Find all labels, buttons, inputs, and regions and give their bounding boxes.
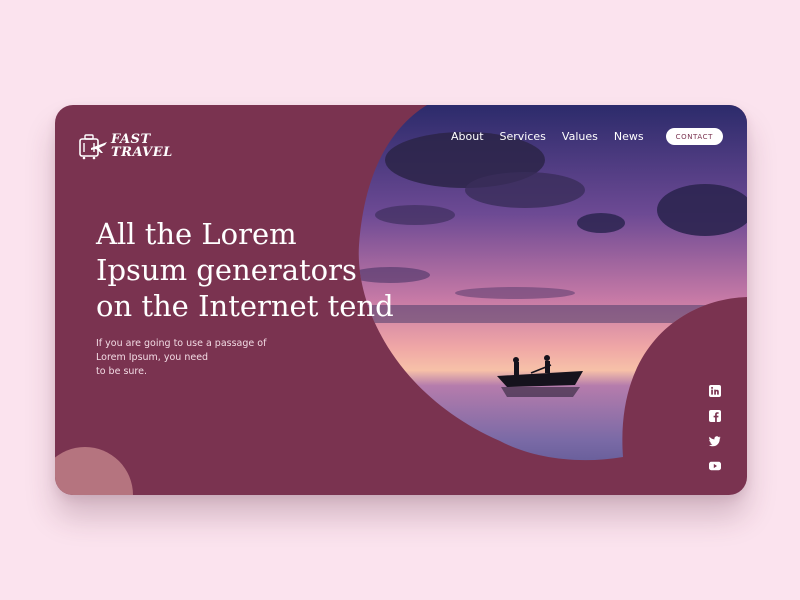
brand-name: FAST TRAVEL (111, 133, 173, 159)
headline-line: All the Lorem (96, 217, 297, 251)
nav-link-services[interactable]: Services (500, 130, 546, 143)
brand-name-line2: TRAVEL (111, 145, 173, 160)
hero-card: FAST TRAVEL About Services Values News C… (55, 105, 747, 495)
nav-link-about[interactable]: About (451, 130, 484, 143)
subtext-line: If you are going to use a passage of (96, 338, 267, 349)
subtext-line: to be sure. (96, 366, 147, 377)
twitter-icon[interactable] (709, 435, 721, 447)
main-nav: About Services Values News CONTACT (451, 128, 723, 145)
facebook-icon[interactable] (709, 410, 721, 422)
hero-subtext: If you are going to use a passage of Lor… (96, 337, 266, 379)
nav-link-values[interactable]: Values (562, 130, 598, 143)
hero-headline: All the Lorem Ipsum generators on the In… (96, 216, 394, 324)
contact-button[interactable]: CONTACT (665, 128, 723, 145)
brand-logo[interactable]: FAST TRAVEL (77, 131, 173, 161)
decorative-circle (55, 447, 133, 495)
suitcase-plane-icon (79, 134, 107, 160)
nav-link-news[interactable]: News (614, 130, 644, 143)
headline-line: on the Internet tend (96, 289, 394, 323)
headline-line: Ipsum generators (96, 253, 357, 287)
subtext-line: Lorem Ipsum, you need (96, 352, 209, 363)
social-links (709, 385, 723, 485)
youtube-icon[interactable] (709, 460, 721, 472)
linkedin-icon[interactable] (709, 385, 721, 397)
